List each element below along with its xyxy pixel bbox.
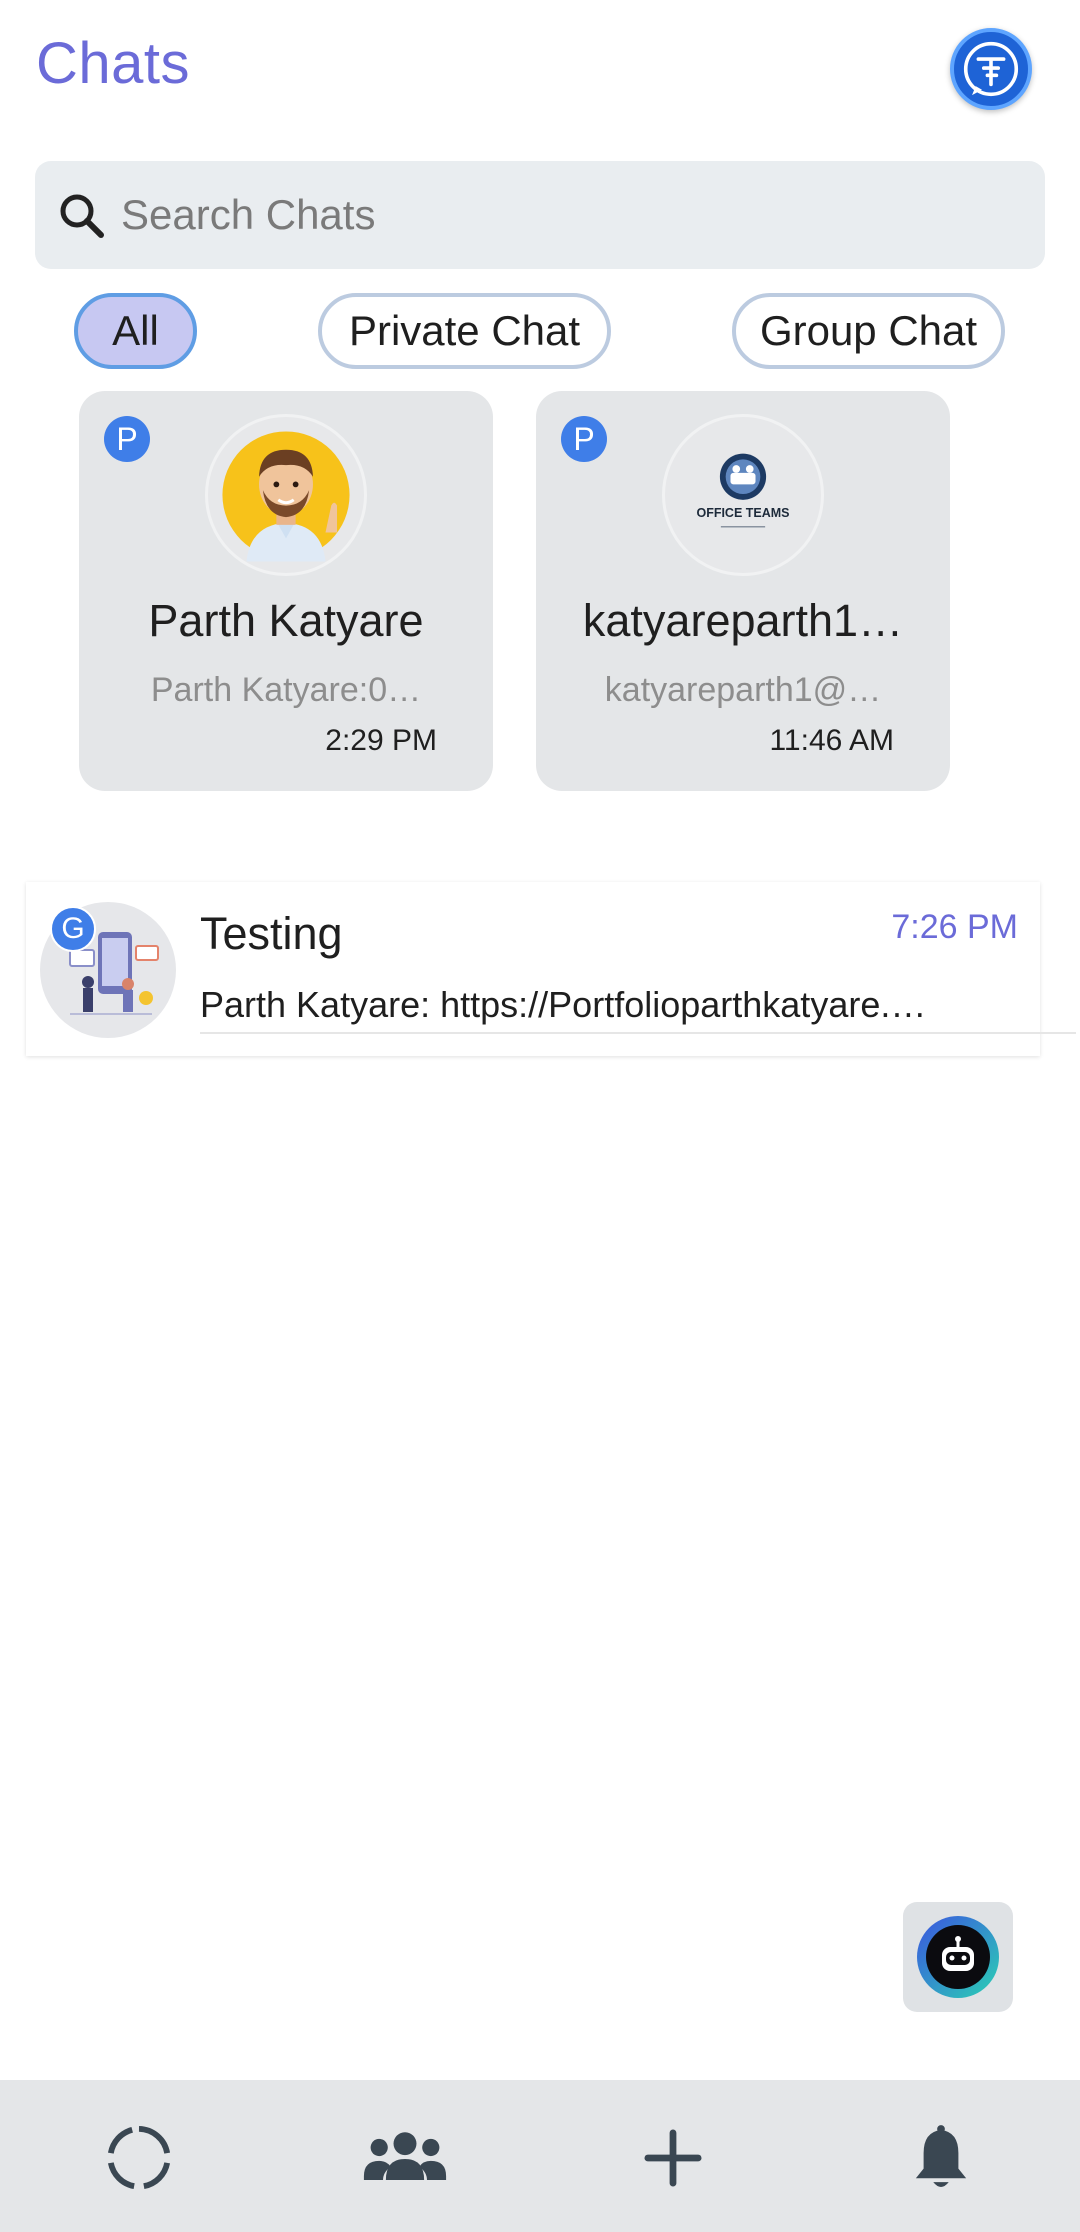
chat-last-message: Parth Katyare: https://Portfolioparthkat…	[200, 984, 927, 1025]
nav-new-chat[interactable]	[628, 2116, 718, 2200]
plus-icon	[644, 2129, 702, 2187]
chat-title: Testing	[200, 908, 343, 959]
pinned-chat-card[interactable]: P Parth Katyare Parth Katyare:0… 2:29 PM	[79, 391, 493, 791]
last-message-preview: Parth Katyare:0…	[150, 671, 422, 709]
chats-screen: Chats All Private Chat Group Chat P	[0, 0, 1080, 2232]
filter-chip-all[interactable]: All	[74, 293, 197, 369]
pinned-chat-card[interactable]: P OFFICE TEAMS katyareparth1… katyarepar…	[536, 391, 950, 791]
search-bar[interactable]	[35, 161, 1045, 269]
contact-name: katyareparth1…	[582, 595, 904, 646]
nav-notifications[interactable]	[896, 2116, 986, 2200]
bell-icon	[915, 2125, 967, 2187]
divider	[200, 1032, 1076, 1034]
nav-contacts[interactable]	[360, 2116, 450, 2200]
group-badge: G	[50, 906, 96, 952]
search-icon	[60, 194, 104, 238]
search-input[interactable]	[121, 181, 1021, 249]
bitmoji-avatar	[205, 414, 367, 576]
filter-chip-private-chat[interactable]: Private Chat	[318, 293, 611, 369]
contact-name: Parth Katyare	[148, 595, 424, 646]
nav-status[interactable]	[94, 2116, 184, 2200]
chat-list-item[interactable]: G Testing 7:26 PM Parth Katyare: https:/…	[26, 882, 1076, 1056]
chatbot-icon	[917, 1916, 999, 1998]
status-ring-icon	[107, 2125, 171, 2190]
message-time: 2:29 PM	[325, 724, 437, 757]
people-group-icon	[363, 2132, 447, 2180]
private-badge: P	[104, 416, 150, 462]
app-logo-icon[interactable]	[950, 28, 1032, 110]
bottom-navigation	[0, 2080, 1080, 2232]
chat-time: 7:26 PM	[891, 908, 1018, 946]
page-title: Chats	[36, 31, 191, 96]
filter-chip-group-chat[interactable]: Group Chat	[732, 293, 1005, 369]
office-teams-logo: OFFICE TEAMS	[662, 414, 824, 576]
logo-wordmark: OFFICE TEAMS	[696, 506, 789, 520]
chatbot-button[interactable]	[903, 1902, 1013, 2012]
private-badge: P	[561, 416, 607, 462]
last-message-preview: katyareparth1@…	[604, 671, 882, 709]
message-time: 11:46 AM	[769, 724, 894, 757]
